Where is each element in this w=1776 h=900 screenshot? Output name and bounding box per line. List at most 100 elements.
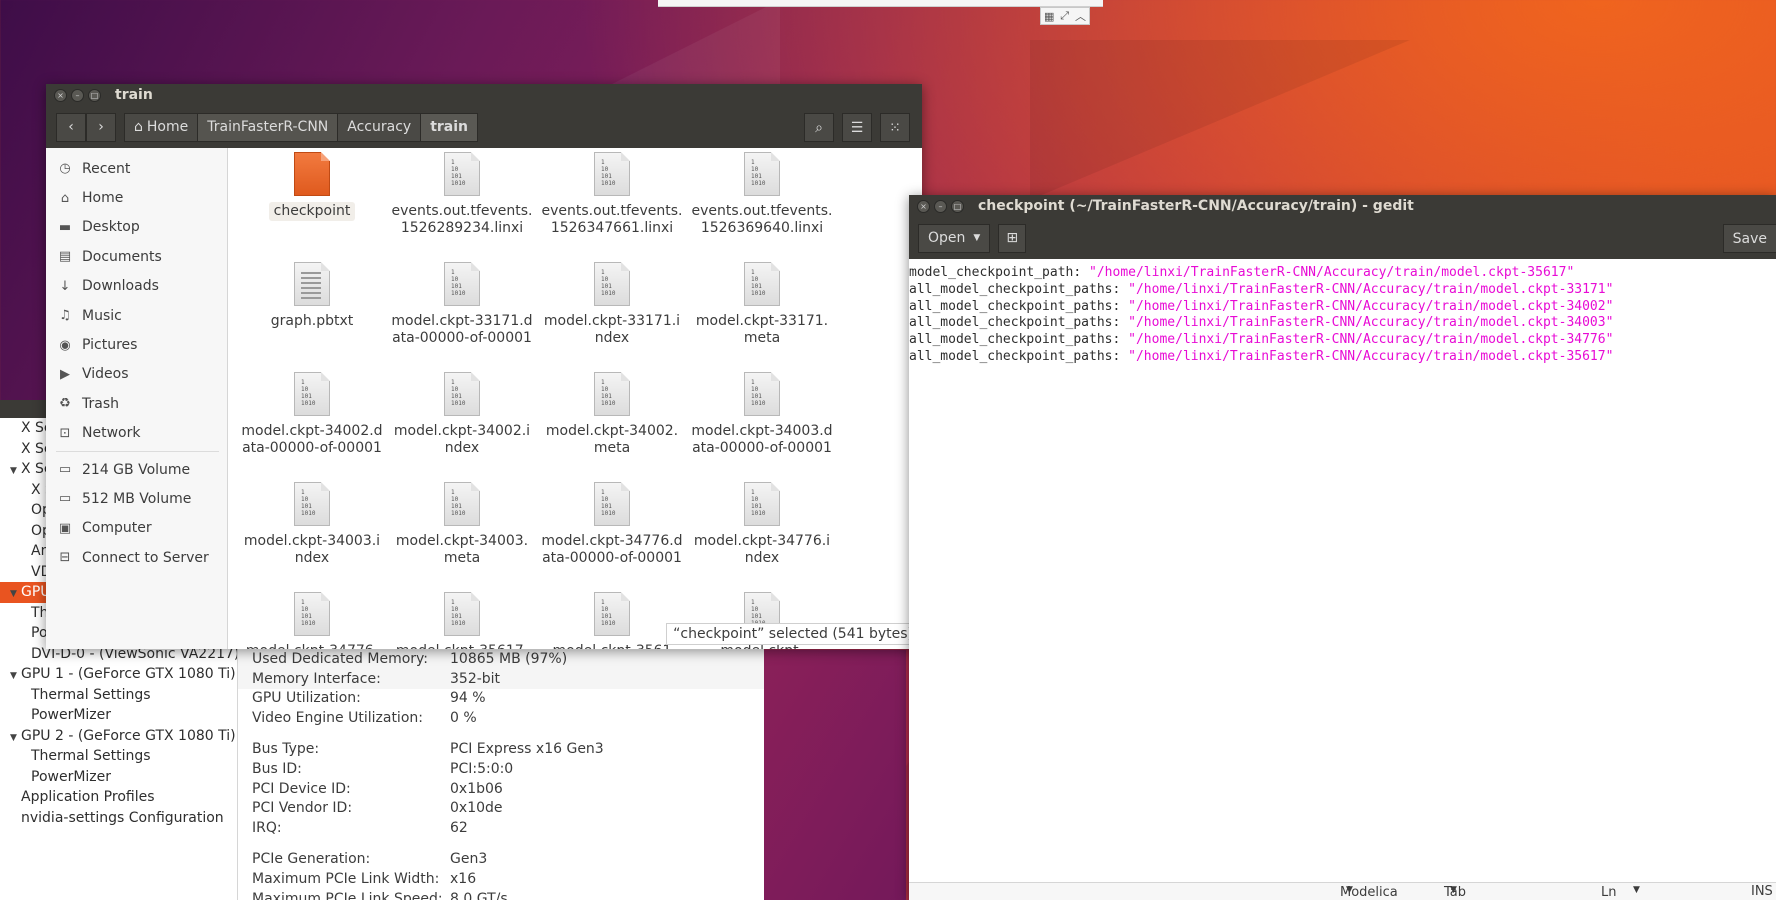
fullscreen-icon[interactable]: ⤢ (1060, 9, 1069, 23)
file-icon: 1101011010 (594, 482, 630, 526)
forward-button[interactable]: › (86, 112, 116, 142)
tree-item[interactable]: ▼ GPU 1 - (GeForce GTX 1080 Ti) (0, 664, 237, 685)
text-editor[interactable]: model_checkpoint_path: "/home/linxi/Trai… (909, 265, 1776, 366)
file-item[interactable]: 1 10 101 1010 model.ckpt-34003.data-00000-of… (686, 368, 838, 457)
chevron-up-icon[interactable]: ︿ (1075, 8, 1086, 24)
grid-view-button[interactable]: ⁙ (880, 113, 910, 142)
file-item[interactable]: 1 10 101 1010 model.ckpt-33171.data-00000-of… (386, 258, 538, 347)
breadcrumb-home[interactable]: ⌂ Home (124, 112, 199, 142)
save-button[interactable]: Save (1722, 224, 1776, 253)
sidebar-item-trash[interactable]: ♻ Trash (46, 389, 227, 418)
background-window-controls[interactable]: ▦ ⤢ ︿ (1040, 7, 1090, 25)
open-button[interactable]: Open ▼ (918, 223, 991, 253)
sidebar-item-label: 512 MB Volume (82, 490, 192, 507)
close-icon[interactable]: × (54, 88, 67, 102)
wallpaper-facet (1030, 40, 1410, 200)
file-item[interactable]: 1 10 101 1010 model.ckpt-34002.meta (536, 368, 688, 457)
minimize-icon[interactable]: – (71, 88, 84, 102)
tree-item-label: GPU 2 - (GeForce GTX 1080 Ti) (21, 727, 236, 744)
tree-item[interactable]: nvidia-settings Configuration (0, 808, 237, 829)
maximize-icon[interactable]: □ (88, 88, 101, 102)
file-item[interactable]: 1 10 101 1010 model.ckpt-34002.data-00000-of… (236, 368, 388, 457)
list-view-button[interactable]: ☰ (842, 113, 872, 142)
tree-item[interactable]: PowerMizer (0, 705, 237, 726)
chevron-right-icon: › (98, 119, 104, 135)
drive-icon: ▭ (58, 491, 72, 507)
gedit-window: × – □ checkpoint (~/TrainFasterR-CNN/Acc… (909, 195, 1776, 900)
sidebar-item-label: Downloads (82, 278, 159, 295)
tree-item[interactable]: ▼ GPU 2 - (GeForce GTX 1080 Ti) (0, 726, 237, 747)
tree-item-label: GPU 1 - (GeForce GTX 1080 Ti) (21, 666, 236, 682)
sidebar-item-desktop[interactable]: ▬ Desktop (46, 213, 227, 242)
sidebar-item-network[interactable]: ⊡ Network (46, 419, 227, 448)
file-item[interactable]: checkpoint (236, 148, 388, 221)
sidebar-item-music[interactable]: ♫ Music (46, 301, 227, 330)
file-item[interactable]: 1 10 101 1010 model.ckpt-34776.index (686, 478, 838, 567)
sidebar-item-label: Recent (82, 160, 131, 177)
expand-triangle-icon[interactable]: ▼ (10, 728, 21, 747)
text-line: all_model_checkpoint_paths: "/home/linxi… (909, 315, 1776, 332)
file-item[interactable]: 1101011010 model.ckpt-34776. (236, 588, 388, 649)
sidebar-item-pictures[interactable]: ◉ Pictures (46, 330, 227, 359)
search-button[interactable]: ⌕ (804, 113, 834, 142)
sidebar-item-label: Computer (82, 520, 152, 537)
sidebar-item-recent[interactable]: ◷ Recent (46, 154, 227, 183)
trash-icon: ♻ (59, 396, 71, 412)
info-value: 8.0 GT/s (450, 890, 508, 900)
sidebar-item-512-mb-volume[interactable]: ▭ 512 MB Volume (46, 484, 227, 513)
file-item[interactable]: 1 10 101 1010 model.ckpt-34003.index (236, 478, 388, 567)
info-label: PCI Vendor ID: (252, 800, 353, 817)
sidebar-item-computer[interactable]: ▣ Computer (46, 514, 227, 543)
info-row: Bus ID: PCI:5:0:0 (238, 760, 764, 780)
info-label: PCIe Generation: (252, 851, 371, 868)
info-label: IRQ: (252, 819, 282, 836)
tree-item[interactable]: PowerMizer (0, 767, 237, 788)
sidebar-item-214-gb-volume[interactable]: ▭ 214 GB Volume (46, 455, 227, 484)
sidebar-item-downloads[interactable]: ↓ Downloads (46, 272, 227, 301)
line-key: all_model_checkpoint_paths: (909, 332, 1129, 348)
file-name: model.ckpt-34002.index (393, 423, 531, 456)
sidebar-item-label: Music (82, 307, 122, 324)
tree-item[interactable]: Thermal Settings (0, 746, 237, 767)
file-item[interactable]: 1 10 101 1010 model.ckpt-34776.data-00000-of… (536, 478, 688, 567)
sidebar-item-home[interactable]: ⌂ Home (46, 183, 227, 212)
close-icon[interactable]: × (917, 199, 930, 213)
file-item[interactable]: 1 10 101 1010 events.out.tfevents.1526369640… (686, 148, 838, 237)
file-icon: 1101011010 (444, 152, 480, 196)
file-manager-titlebar[interactable]: × – □ train (46, 84, 922, 106)
info-label: Memory Interface: (252, 670, 381, 687)
file-item[interactable]: 1 10 101 1010 events.out.tfevents.1526289234… (386, 148, 538, 237)
maximize-icon[interactable]: □ (951, 199, 964, 213)
file-item[interactable]: 1 10 101 1010 model.ckpt-33171.meta (686, 258, 838, 347)
sidebar-item-documents[interactable]: ▤ Documents (46, 242, 227, 271)
tree-item[interactable]: Thermal Settings (0, 685, 237, 706)
breadcrumb-train[interactable]: train (421, 112, 478, 142)
file-item[interactable]: 1 10 101 1010 model.ckpt-34003.meta (386, 478, 538, 567)
sidebar-item-label: Home (82, 190, 124, 207)
info-value: PCI Express x16 Gen3 (450, 741, 604, 758)
expand-triangle-icon[interactable]: ▼ (10, 461, 21, 480)
tree-item[interactable]: Application Profiles (0, 787, 237, 808)
file-item[interactable]: graph.pbtxt (236, 258, 388, 331)
line-value: "/home/linxi/TrainFasterR-CNN/Accuracy/t… (1128, 281, 1614, 297)
sidebar-item-connect-to-server[interactable]: ⊟ Connect to Server (46, 543, 227, 572)
breadcrumb-trainfasterr-cnn[interactable]: TrainFasterR-CNN (198, 112, 339, 142)
new-tab-button[interactable]: ⊞ (998, 223, 1027, 253)
file-item[interactable]: 1101011010 model.ckpt-35617. (386, 588, 538, 649)
back-button[interactable]: ‹ (56, 112, 86, 142)
info-value: 0 % (450, 709, 477, 726)
minimize-icon[interactable]: – (934, 199, 947, 213)
expand-triangle-icon[interactable]: ▼ (10, 584, 21, 603)
info-row: GPU Utilization: 94 % (238, 689, 764, 709)
file-item[interactable]: 1 10 101 1010 events.out.tfevents.1526347661… (536, 148, 688, 237)
expand-triangle-icon[interactable]: ▼ (10, 666, 21, 685)
gedit-titlebar[interactable]: × – □ checkpoint (~/TrainFasterR-CNN/Acc… (909, 195, 1776, 217)
file-grid: checkpoint 1 10 101 1010 events.out.tfevents.… (228, 148, 922, 649)
sidebar-item-videos[interactable]: ▶ Videos (46, 360, 227, 389)
grid-icon[interactable]: ▦ (1044, 10, 1054, 23)
file-item[interactable]: 1 10 101 1010 model.ckpt-34002.index (386, 368, 538, 457)
network-icon: ⊡ (59, 425, 71, 441)
breadcrumb-accuracy[interactable]: Accuracy (338, 112, 422, 142)
file-item[interactable]: 1 10 101 1010 model.ckpt-33171.index (536, 258, 688, 347)
